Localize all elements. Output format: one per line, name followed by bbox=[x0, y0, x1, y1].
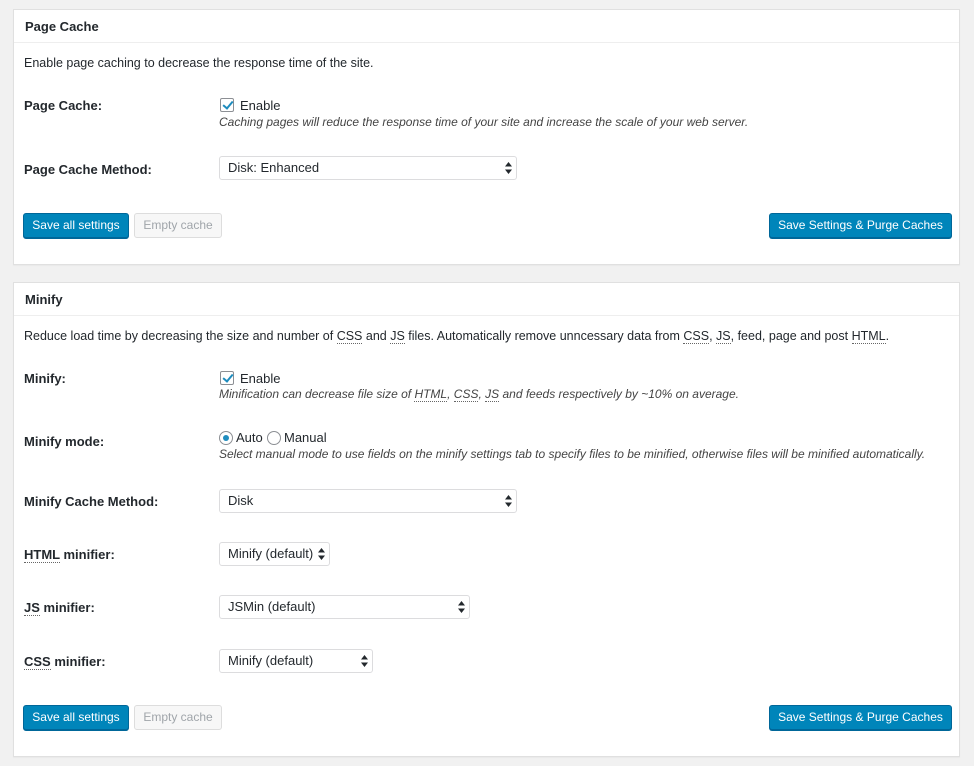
updown-arrows-icon bbox=[458, 601, 465, 613]
page-cache-enable-checkbox[interactable] bbox=[220, 98, 234, 112]
minify-mode-help: Select manual mode to use fields on the … bbox=[219, 447, 926, 461]
minify-mode-label: Minify mode: bbox=[24, 434, 105, 449]
minify-desc-abbr-css-2: CSS bbox=[683, 329, 710, 344]
page-cache-enable-label: Page Cache: bbox=[24, 98, 103, 113]
css-minifier-label: CSS minifier: bbox=[24, 654, 106, 670]
page-cache-enable-help: Caching pages will reduce the response t… bbox=[219, 115, 749, 129]
minify-desc-abbr-js: JS bbox=[390, 329, 405, 344]
minify-desc-text-4: , bbox=[709, 329, 717, 343]
minify-mode-manual-label: Manual bbox=[284, 430, 327, 445]
css-minifier-label-suffix: minifier: bbox=[50, 654, 106, 669]
js-minifier-label-suffix: minifier: bbox=[39, 600, 95, 615]
minify-help-text-2: , bbox=[447, 387, 454, 401]
minify-desc-text-6: . bbox=[885, 329, 890, 343]
minify-title: Minify bbox=[14, 283, 959, 316]
minify-panel: Minify Reduce load time by decreasing th… bbox=[13, 282, 960, 757]
minify-description: Reduce load time by decreasing the size … bbox=[24, 329, 890, 344]
html-minifier-label-suffix: minifier: bbox=[59, 547, 115, 562]
minify-help-abbr-html: HTML bbox=[414, 387, 448, 402]
minify-empty-cache-button[interactable]: Empty cache bbox=[134, 705, 222, 730]
page-cache-empty-cache-button[interactable]: Empty cache bbox=[134, 213, 222, 238]
updown-arrows-icon bbox=[505, 162, 512, 174]
js-minifier-value: JSMin (default) bbox=[228, 599, 316, 614]
minify-desc-text-3: files. Automatically remove unncessary d… bbox=[404, 329, 684, 343]
css-minifier-value: Minify (default) bbox=[228, 653, 314, 668]
css-minifier-select[interactable]: Minify (default) bbox=[219, 649, 373, 673]
minify-enable-checkbox[interactable] bbox=[220, 371, 234, 385]
js-minifier-abbr: JS bbox=[24, 600, 40, 616]
minify-desc-abbr-css: CSS bbox=[336, 329, 363, 344]
minify-enable-label: Minify: bbox=[24, 371, 66, 386]
page-cache-save-purge-button[interactable]: Save Settings & Purge Caches bbox=[769, 213, 952, 238]
page-cache-method-value: Disk: Enhanced bbox=[228, 160, 320, 175]
minify-enable-text: Enable bbox=[240, 371, 281, 386]
minify-help-text-1: Minification can decrease file size of bbox=[219, 387, 415, 401]
minify-help-abbr-js: JS bbox=[485, 387, 500, 402]
page-cache-save-all-button[interactable]: Save all settings bbox=[23, 213, 129, 238]
minify-desc-abbr-html: HTML bbox=[851, 329, 886, 344]
html-minifier-label: HTML minifier: bbox=[24, 547, 115, 563]
minify-cache-method-label: Minify Cache Method: bbox=[24, 494, 159, 509]
minify-mode-auto-radio[interactable] bbox=[219, 431, 233, 445]
updown-arrows-icon bbox=[361, 655, 368, 667]
html-minifier-abbr: HTML bbox=[24, 547, 60, 563]
updown-arrows-icon bbox=[318, 548, 325, 560]
minify-save-all-button[interactable]: Save all settings bbox=[23, 705, 129, 730]
html-minifier-value: Minify (default) bbox=[228, 546, 314, 561]
js-minifier-label: JS minifier: bbox=[24, 600, 95, 616]
minify-help-abbr-css: CSS bbox=[453, 387, 479, 402]
minify-desc-abbr-js-2: JS bbox=[716, 329, 731, 344]
page-cache-method-select[interactable]: Disk: Enhanced bbox=[219, 156, 517, 180]
js-minifier-select[interactable]: JSMin (default) bbox=[219, 595, 470, 619]
page-cache-enable-text: Enable bbox=[240, 98, 281, 113]
minify-help-text-4: and feeds respectively by ~10% on averag… bbox=[499, 387, 739, 401]
css-minifier-abbr: CSS bbox=[24, 654, 51, 670]
html-minifier-select[interactable]: Minify (default) bbox=[219, 542, 330, 566]
minify-save-purge-button[interactable]: Save Settings & Purge Caches bbox=[769, 705, 952, 730]
updown-arrows-icon bbox=[505, 495, 512, 507]
minify-cache-method-value: Disk bbox=[228, 493, 254, 508]
minify-enable-help: Minification can decrease file size of H… bbox=[219, 387, 739, 402]
page-cache-title: Page Cache bbox=[14, 10, 959, 43]
page-cache-panel: Page Cache Enable page caching to decrea… bbox=[13, 9, 960, 265]
minify-desc-text-5: , feed, page and post bbox=[730, 329, 852, 343]
page-cache-description: Enable page caching to decrease the resp… bbox=[24, 56, 374, 70]
minify-mode-manual-radio[interactable] bbox=[267, 431, 281, 445]
minify-mode-auto-label: Auto bbox=[236, 430, 263, 445]
minify-desc-text-1: Reduce load time by decreasing the size … bbox=[24, 329, 337, 343]
page-cache-method-label: Page Cache Method: bbox=[24, 162, 152, 177]
minify-cache-method-select[interactable]: Disk bbox=[219, 489, 517, 513]
minify-desc-text-2: and bbox=[362, 329, 391, 343]
